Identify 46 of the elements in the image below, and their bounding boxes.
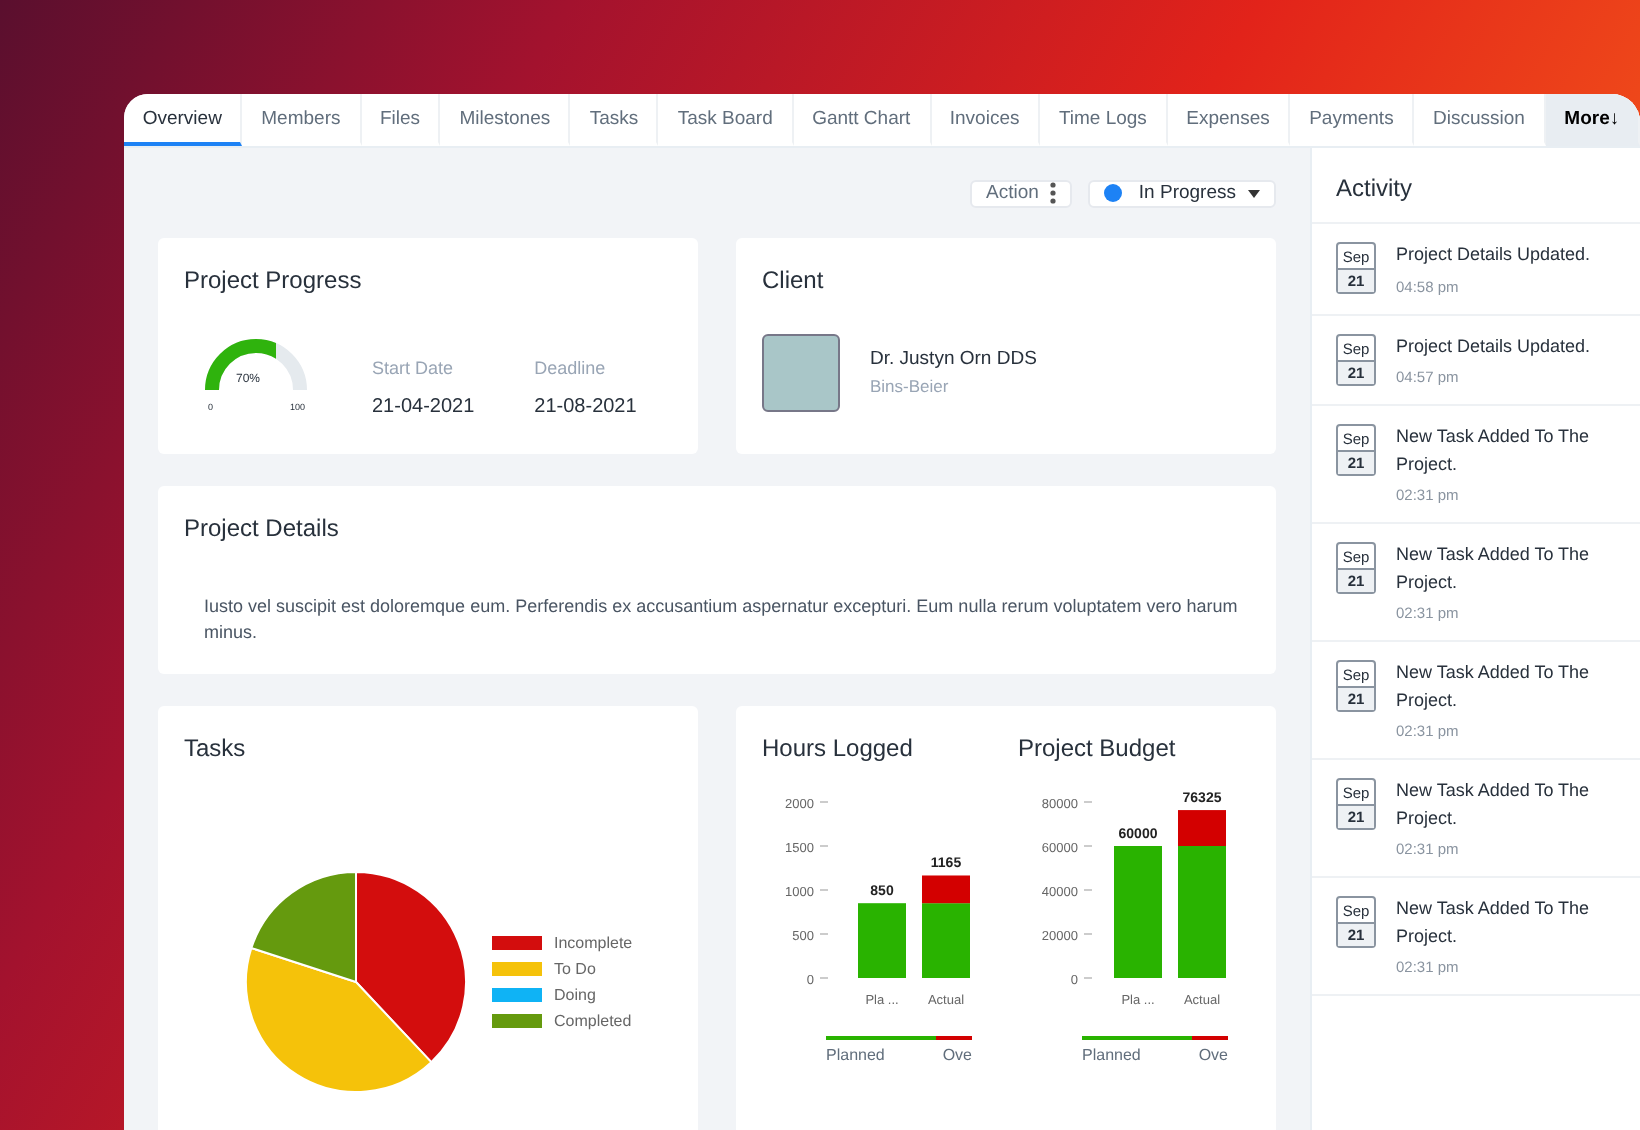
legend-label: Completed [554, 1012, 632, 1030]
chart-title: Project Budget [1018, 734, 1178, 762]
activity-title: Activity [1312, 148, 1640, 224]
tab[interactable]: Overview [124, 94, 243, 146]
tab[interactable]: Expenses [1167, 94, 1291, 146]
tab[interactable]: Milestones [440, 94, 571, 146]
date-label: Deadline [534, 357, 608, 378]
activity-text: Project Details Updated. [1396, 333, 1591, 360]
tab[interactable]: Tasks [570, 94, 659, 146]
card-title: Project Progress [184, 265, 364, 294]
legend-label: Incomplete [554, 934, 633, 952]
activity-text: New Task Added To The Project. [1396, 424, 1592, 478]
activity-text: New Task Added To The Project. [1396, 660, 1592, 714]
activity-text: New Task Added To The Project. [1396, 542, 1592, 596]
tab[interactable]: Files [361, 94, 441, 146]
legend-label: Planned [1082, 1046, 1141, 1064]
activity-text: New Task Added To The Project. [1396, 896, 1592, 950]
date-label: Start Date [372, 357, 456, 378]
legend-label: Doing [554, 986, 596, 1004]
more-vertical-icon [1050, 182, 1057, 205]
legend-label: Ove [1198, 1046, 1228, 1064]
chart-title: Hours Logged [762, 734, 915, 762]
card-title: Tasks [184, 734, 248, 762]
caret-icon [1248, 189, 1260, 198]
status-dropdown[interactable]: In Progress [1088, 180, 1276, 208]
tab[interactable]: Task Board [658, 94, 794, 146]
tab[interactable]: More↓ [1545, 94, 1640, 146]
tab[interactable]: Members [242, 94, 362, 146]
client-name: Dr. Justyn Orn DDS [870, 348, 1037, 371]
legend-label: Planned [826, 1046, 885, 1064]
date-value: 21-08-2021 [534, 395, 637, 418]
activity-text: Project Details Updated. [1396, 242, 1591, 268]
action-button[interactable]: Action [970, 180, 1073, 208]
tab[interactable]: Time Logs [1040, 94, 1168, 146]
activity-text: New Task Added To The Project. [1396, 778, 1592, 832]
tab[interactable]: Gantt Chart [793, 94, 932, 146]
card-title: Project Details [184, 513, 341, 542]
legend-label: To Do [554, 960, 596, 978]
tab[interactable]: Payments [1290, 94, 1415, 146]
card-title: Client [762, 265, 826, 294]
tab[interactable]: Invoices [931, 94, 1041, 146]
legend-label: Ove [942, 1046, 972, 1064]
photo-placeholder [762, 333, 840, 412]
date-value: 21-04-2021 [372, 395, 475, 418]
project-description: Iusto vel suscipit est doloremque eum. Perferendis ex accusantium aspernatur excepturi. Eum nulla rerum voluptatem vero harum minus. [204, 593, 1240, 646]
client-company: Bins-Beier [870, 376, 951, 397]
